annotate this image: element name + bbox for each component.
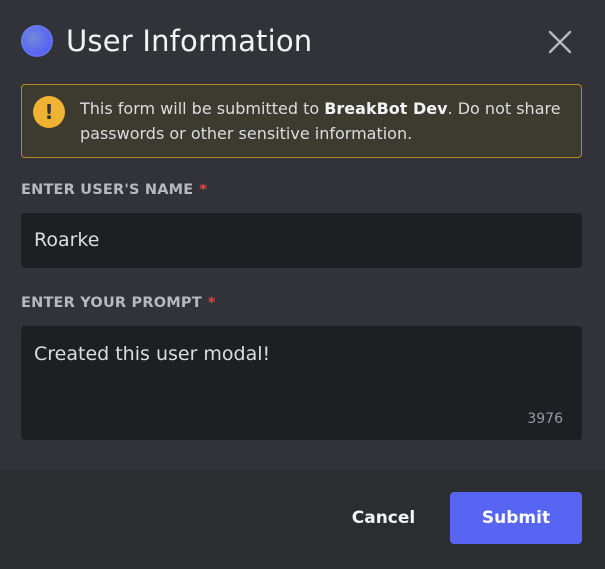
name-field-label: ENTER USER'S NAME *	[21, 182, 208, 198]
bot-name: BreakBot Dev	[324, 99, 448, 118]
notice-text: This form will be submitted to BreakBot …	[80, 99, 561, 143]
required-marker: *	[207, 295, 216, 311]
warning-icon: !	[33, 96, 65, 128]
cancel-button[interactable]: Cancel	[336, 492, 431, 544]
character-count: 3976	[527, 411, 563, 427]
app-avatar	[21, 25, 53, 57]
modal-title: User Information	[66, 24, 313, 58]
prompt-field-label: ENTER YOUR PROMPT *	[21, 295, 216, 311]
warning-notice: ! This form will be submitted to BreakBo…	[21, 84, 582, 158]
required-marker: *	[199, 182, 208, 198]
close-icon	[548, 30, 572, 54]
prompt-textarea[interactable]: Created this user modal! 3976	[21, 326, 582, 440]
name-input[interactable]: Roarke	[21, 213, 582, 268]
modal-footer: Cancel Submit	[0, 470, 605, 569]
prompt-value: Created this user modal!	[34, 343, 271, 365]
close-button[interactable]	[545, 27, 575, 57]
user-information-modal: User Information ! This form will be sub…	[0, 0, 605, 569]
submit-button[interactable]: Submit	[450, 492, 582, 544]
modal-header: User Information	[0, 0, 605, 84]
